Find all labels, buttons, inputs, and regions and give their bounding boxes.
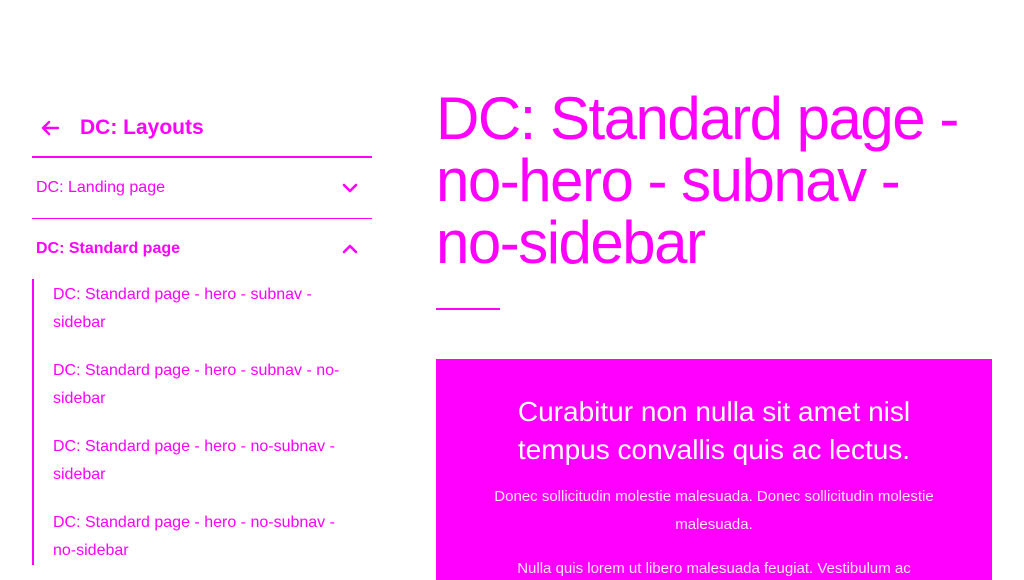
subnav-list: DC: Standard page - hero - subnav - side… — [32, 279, 372, 565]
arrow-left-icon — [40, 119, 62, 137]
section-landing-page[interactable]: DC: Landing page — [32, 158, 372, 218]
subnav-item-hero-subnav-no-sidebar[interactable]: DC: Standard page - hero - subnav - no-s… — [53, 357, 343, 413]
main-content: DC: Standard page - no-hero - subnav - n… — [436, 88, 992, 580]
page: DC: Layouts DC: Landing page DC: Standar… — [0, 0, 1024, 580]
sidebar-nav: DC: Layouts DC: Landing page DC: Standar… — [32, 100, 372, 580]
subnav-item-hero-subnav-sidebar[interactable]: DC: Standard page - hero - subnav - side… — [53, 281, 343, 337]
back-link-label: DC: Layouts — [80, 116, 204, 139]
section-landing-page-label: DC: Landing page — [36, 179, 165, 196]
hero-heading: Curabitur non nulla sit amet nisl tempus… — [517, 396, 911, 465]
section-standard-page[interactable]: DC: Standard page — [32, 219, 372, 279]
chevron-down-icon[interactable] — [342, 182, 358, 194]
subnav-item-hero-no-subnav-no-sidebar[interactable]: DC: Standard page - hero - no-subnav - n… — [53, 509, 343, 565]
title-underline — [436, 308, 500, 310]
back-link[interactable]: DC: Layouts — [32, 100, 372, 156]
hero-callout: Curabitur non nulla sit amet nisl tempus… — [436, 359, 992, 580]
section-standard-page-label: DC: Standard page — [36, 240, 181, 257]
subnav-item-hero-no-subnav-sidebar[interactable]: DC: Standard page - hero - no-subnav - s… — [53, 433, 343, 489]
chevron-up-icon[interactable] — [342, 243, 358, 255]
hero-paragraph: Nulla quis lorem ut libero malesuada feu… — [517, 560, 911, 577]
hero-paragraph: Donec sollicitudin molestie malesuada. D… — [494, 488, 934, 533]
page-title: DC: Standard page - no-hero - subnav - n… — [436, 85, 959, 276]
